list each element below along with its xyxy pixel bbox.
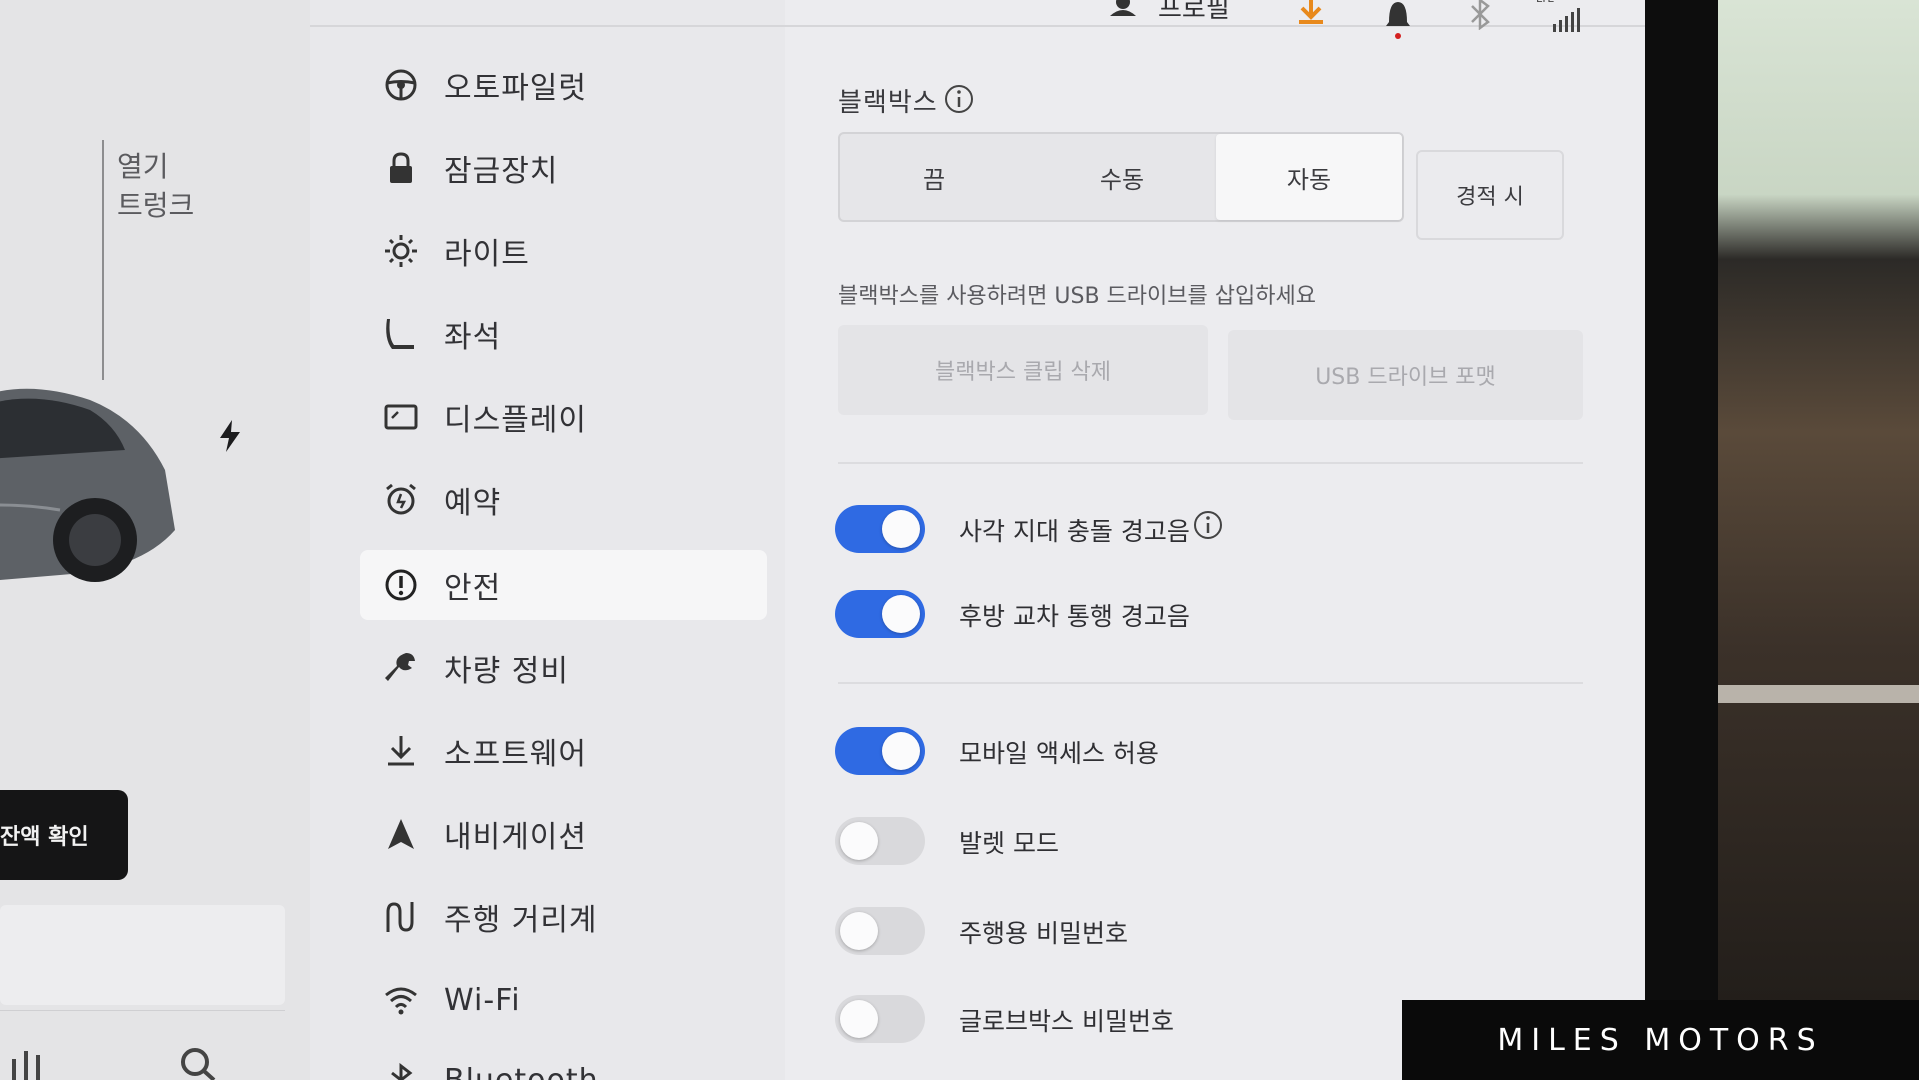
toggle-knob (882, 510, 920, 548)
trunk-divider (102, 140, 104, 380)
download-icon (384, 734, 418, 768)
menu-item-label: 내비게이션 (444, 820, 587, 855)
blind-spot-toggle[interactable] (835, 505, 925, 553)
profile-icon[interactable] (1108, 0, 1138, 28)
menu-item-seats[interactable]: 좌석 (360, 299, 767, 369)
menu-item-label: 안전 (444, 571, 502, 606)
steering-wheel-icon (384, 68, 418, 102)
watermark: MILES MOTORS (1402, 1000, 1919, 1080)
safety-alert-icon (384, 568, 418, 602)
menu-item-software[interactable]: 소프트웨어 (360, 716, 767, 786)
menu-item-label: 차량 정비 (444, 654, 569, 689)
usb-notice: 블랙박스를 사용하려면 USB 드라이브를 삽입하세요 (838, 284, 1316, 309)
menu-item-label: 좌석 (444, 320, 502, 355)
menu-item-label: 주행 거리계 (444, 903, 598, 938)
dashcam-title: 블랙박스 (838, 88, 938, 118)
menu-item-lights[interactable]: 라이트 (360, 216, 767, 286)
equalizer-icon[interactable] (8, 1045, 52, 1080)
seat-icon (384, 317, 418, 351)
trunk-label[interactable]: 트렁크 (117, 184, 194, 224)
dashcam-mode-selector: 끔 수동 자동 (838, 132, 1404, 222)
mobile-access-toggle[interactable] (835, 727, 925, 775)
menu-item-label: Bluetooth (444, 1062, 599, 1080)
menu-item-bluetooth[interactable]: Bluetooth (360, 1045, 767, 1080)
navigation-icon (384, 817, 418, 851)
pin-to-drive-toggle[interactable] (835, 907, 925, 955)
left-divider (0, 1010, 285, 1011)
menu-item-service[interactable]: 차량 정비 (360, 633, 767, 703)
signal-icon (1553, 8, 1580, 32)
menu-item-label: 오토파일럿 (444, 71, 587, 106)
toggle-knob (840, 1000, 878, 1038)
trip-icon (384, 900, 418, 934)
bell-icon[interactable] (1383, 0, 1413, 42)
open-trunk-label[interactable]: 열기 (117, 145, 169, 185)
search-icon[interactable] (178, 1045, 218, 1080)
menu-item-wifi[interactable]: Wi-Fi (360, 965, 767, 1035)
menu-item-trips[interactable]: 주행 거리계 (360, 882, 767, 952)
menu-item-label: 디스플레이 (444, 403, 587, 438)
menu-item-autopilot[interactable]: 오토파일럿 (360, 50, 767, 120)
toggle-label: 후방 교차 통행 경고음 (959, 602, 1190, 631)
dashcam-option-off[interactable]: 끔 (840, 134, 1028, 220)
section-divider (838, 462, 1583, 464)
toggle-row-pin-to-drive: 주행용 비밀번호 (835, 902, 1595, 962)
toggle-row-mobile-access: 모바일 액세스 허용 (835, 722, 1595, 782)
toggle-label: 모바일 액세스 허용 (959, 739, 1159, 768)
toggle-row-blind-spot: 사각 지대 충돌 경고음 (835, 500, 1595, 560)
toggle-knob (840, 822, 878, 860)
bluetooth-icon (384, 1063, 418, 1080)
display-icon (384, 400, 418, 434)
menu-item-schedule[interactable]: 예약 (360, 465, 767, 535)
fluid-check-button[interactable]: 잔액 확인 (0, 790, 128, 880)
car-image (0, 388, 175, 582)
toggle-label: 글로브박스 비밀번호 (959, 1007, 1174, 1036)
media-card[interactable] (0, 905, 285, 1005)
profile-label[interactable]: 프로필 (1158, 0, 1230, 28)
format-usb-button[interactable]: USB 드라이브 포맷 (1228, 330, 1583, 420)
info-icon[interactable] (944, 84, 974, 114)
touchscreen: 열기 트렁크 잔액 확인 프로필 LTE 오토파일럿 (0, 0, 1645, 1080)
rear-cross-traffic-toggle[interactable] (835, 590, 925, 638)
dashcam-option-auto[interactable]: 자동 (1216, 134, 1402, 220)
delete-clips-button[interactable]: 블랙박스 클립 삭제 (838, 325, 1208, 415)
section-divider (838, 682, 1583, 684)
bluetooth-icon[interactable] (1468, 0, 1492, 30)
light-icon (384, 234, 418, 268)
toggle-knob (882, 595, 920, 633)
menu-item-navigation[interactable]: 내비게이션 (360, 799, 767, 869)
menu-item-label: 예약 (444, 486, 502, 521)
toggle-row-rear-cross-traffic: 후방 교차 통행 경고음 (835, 585, 1595, 645)
toggle-label: 사각 지대 충돌 경고음 (959, 517, 1190, 546)
toggle-label: 발렛 모드 (959, 829, 1059, 858)
toggle-knob (840, 912, 878, 950)
toggle-knob (882, 732, 920, 770)
charge-port-icon[interactable] (218, 420, 242, 452)
vehicle-panel: 열기 트렁크 잔액 확인 (0, 0, 310, 1080)
wifi-icon (384, 983, 418, 1017)
menu-item-label: 잠금장치 (444, 154, 559, 189)
dashcam-option-manual[interactable]: 수동 (1028, 134, 1216, 220)
download-icon[interactable] (1296, 0, 1326, 26)
glovebox-pin-toggle[interactable] (835, 995, 925, 1043)
toggle-row-valet-mode: 발렛 모드 (835, 812, 1595, 872)
alarm-clock-icon (384, 483, 418, 517)
dashcam-option-honk[interactable]: 경적 시 (1416, 150, 1564, 240)
info-icon[interactable] (1193, 510, 1223, 540)
menu-item-label: 라이트 (444, 237, 530, 272)
menu-item-label: Wi-Fi (444, 982, 521, 1018)
toggle-label: 주행용 비밀번호 (959, 919, 1128, 948)
menu-item-safety[interactable]: 안전 (360, 550, 767, 620)
valet-mode-toggle[interactable] (835, 817, 925, 865)
menu-item-locks[interactable]: 잠금장치 (360, 133, 767, 203)
wrench-icon (384, 651, 418, 685)
menu-item-label: 소프트웨어 (444, 737, 587, 772)
status-bar-divider (310, 25, 1645, 27)
lock-icon (384, 151, 418, 185)
menu-item-display[interactable]: 디스플레이 (360, 382, 767, 452)
